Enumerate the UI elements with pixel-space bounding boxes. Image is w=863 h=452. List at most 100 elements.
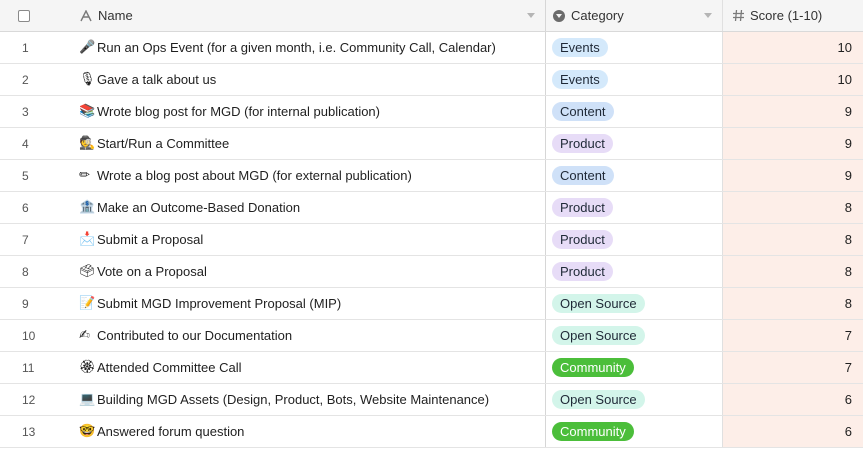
table-row[interactable]: 1 🎤 Run an Ops Event (for a given month, i… <box>0 32 863 64</box>
score-cell[interactable]: 8 <box>722 288 863 319</box>
category-cell[interactable]: Content <box>545 96 722 127</box>
table-row[interactable]: 13 🤓 Answered forum question Community 6 <box>0 416 863 448</box>
category-pill: Community <box>552 358 634 377</box>
name-text: Building MGD Assets (Design, Product, Bo… <box>97 392 490 407</box>
name-cell[interactable]: 🤓 Answered forum question <box>73 416 545 447</box>
category-cell[interactable]: Product <box>545 256 722 287</box>
row-number-text: 11 <box>22 360 35 375</box>
name-cell[interactable]: ✍ Contributed to our Documentation <box>73 320 545 351</box>
category-cell[interactable]: Product <box>545 128 722 159</box>
table-row[interactable]: 6 🏦 Make an Outcome-Based Donation Product 8 <box>0 192 863 224</box>
name-cell[interactable]: 🏦 Make an Outcome-Based Donation <box>73 192 545 223</box>
score-text: 9 <box>844 104 852 119</box>
category-pill: Product <box>552 198 613 217</box>
name-cell[interactable]: 🕵 Start/Run a Committee <box>73 128 545 159</box>
score-text: 7 <box>844 360 852 375</box>
score-text: 7 <box>844 328 852 343</box>
column-header-category[interactable]: Category <box>545 0 722 31</box>
score-cell[interactable]: 9 <box>722 160 863 191</box>
category-pill: Community <box>552 422 634 441</box>
memo-icon: 📝 <box>79 296 96 311</box>
name-cell[interactable]: ✏ Wrote a blog post about MGD (for extern… <box>73 160 545 191</box>
table-row[interactable]: 4 🕵 Start/Run a Committee Product 9 <box>0 128 863 160</box>
select-all-checkbox[interactable] <box>18 9 30 22</box>
data-grid: Name Category Score (1-10) 1 🎤 Run an Ops … <box>0 0 863 452</box>
score-cell[interactable]: 6 <box>722 416 863 447</box>
writing-hand-icon: ✍ <box>79 328 90 343</box>
category-cell[interactable]: Community <box>545 416 722 447</box>
column-header-name[interactable]: Name <box>73 0 545 31</box>
number-field-icon <box>731 9 745 23</box>
score-cell[interactable]: 10 <box>722 64 863 95</box>
grid-header: Name Category Score (1-10) <box>0 0 863 32</box>
score-cell[interactable]: 8 <box>722 192 863 223</box>
name-cell[interactable]: 🏵 Attended Committee Call <box>73 352 545 383</box>
score-cell[interactable]: 8 <box>722 256 863 287</box>
score-cell[interactable]: 8 <box>722 224 863 255</box>
score-text: 8 <box>844 200 852 215</box>
row-number: 13 <box>0 416 73 447</box>
score-cell[interactable]: 9 <box>722 128 863 159</box>
table-row[interactable]: 7 📩 Submit a Proposal Product 8 <box>0 224 863 256</box>
name-cell[interactable]: 📝 Submit MGD Improvement Proposal (MIP) <box>73 288 545 319</box>
column-header-score[interactable]: Score (1-10) <box>722 0 863 31</box>
row-number: 5 <box>0 160 73 191</box>
chevron-down-icon[interactable] <box>704 13 712 18</box>
category-cell[interactable]: Content <box>545 160 722 191</box>
select-all-cell[interactable] <box>0 0 73 31</box>
pencil-icon: ✏ <box>79 168 90 183</box>
score-text: 6 <box>844 424 852 439</box>
name-cell[interactable]: 🎙 Gave a talk about us <box>73 64 545 95</box>
name-text: Submit a Proposal <box>97 232 204 247</box>
table-row[interactable]: 10 ✍ Contributed to our Documentation Open … <box>0 320 863 352</box>
category-cell[interactable]: Events <box>545 32 722 63</box>
name-text: Attended Committee Call <box>97 360 242 375</box>
category-pill: Product <box>552 262 613 281</box>
category-pill: Open Source <box>552 326 645 345</box>
score-cell[interactable]: 6 <box>722 384 863 415</box>
score-cell[interactable]: 7 <box>722 320 863 351</box>
table-row[interactable]: 3 📚 Wrote blog post for MGD (for internal … <box>0 96 863 128</box>
table-row[interactable]: 9 📝 Submit MGD Improvement Proposal (MIP) O… <box>0 288 863 320</box>
name-text: Submit MGD Improvement Proposal (MIP) <box>97 296 342 311</box>
category-cell[interactable]: Open Source <box>545 288 722 319</box>
score-cell[interactable]: 7 <box>722 352 863 383</box>
table-row[interactable]: 8 🗳 Vote on a Proposal Product 8 <box>0 256 863 288</box>
name-cell[interactable]: 📚 Wrote blog post for MGD (for internal p… <box>73 96 545 127</box>
score-cell[interactable]: 10 <box>722 32 863 63</box>
table-row[interactable]: 12 💻 Building MGD Assets (Design, Product,… <box>0 384 863 416</box>
score-text: 9 <box>844 136 852 151</box>
row-number-text: 1 <box>22 40 29 55</box>
table-row[interactable]: 5 ✏ Wrote a blog post about MGD (for exter… <box>0 160 863 192</box>
category-cell[interactable]: Open Source <box>545 320 722 351</box>
laptop-icon: 💻 <box>79 392 96 407</box>
score-cell[interactable]: 9 <box>722 96 863 127</box>
category-cell[interactable]: Product <box>545 224 722 255</box>
table-row[interactable]: 11 🏵 Attended Committee Call Community 7 <box>0 352 863 384</box>
category-cell[interactable]: Open Source <box>545 384 722 415</box>
row-number-text: 8 <box>22 264 29 279</box>
category-cell[interactable]: Product <box>545 192 722 223</box>
row-number: 6 <box>0 192 73 223</box>
column-header-score-label: Score (1-10) <box>750 8 823 23</box>
name-text: Start/Run a Committee <box>97 136 230 151</box>
category-pill: Events <box>552 38 608 57</box>
name-cell[interactable]: 🎤 Run an Ops Event (for a given month, i.… <box>73 32 545 63</box>
row-number: 3 <box>0 96 73 127</box>
name-text: Wrote blog post for MGD (for internal pu… <box>97 104 380 119</box>
row-number-text: 10 <box>22 328 36 343</box>
chevron-down-icon[interactable] <box>527 13 535 18</box>
score-text: 8 <box>844 264 852 279</box>
category-cell[interactable]: Community <box>545 352 722 383</box>
name-cell[interactable]: 📩 Submit a Proposal <box>73 224 545 255</box>
detective-icon: 🕵 <box>79 136 96 151</box>
table-row[interactable]: 2 🎙 Gave a talk about us Events 10 <box>0 64 863 96</box>
category-pill: Content <box>552 166 614 185</box>
row-number: 1 <box>0 32 73 63</box>
name-cell[interactable]: 🗳 Vote on a Proposal <box>73 256 545 287</box>
row-number-text: 5 <box>22 168 29 183</box>
name-cell[interactable]: 💻 Building MGD Assets (Design, Product, B… <box>73 384 545 415</box>
row-number-text: 6 <box>22 200 29 215</box>
category-cell[interactable]: Events <box>545 64 722 95</box>
row-number-text: 3 <box>22 104 29 119</box>
